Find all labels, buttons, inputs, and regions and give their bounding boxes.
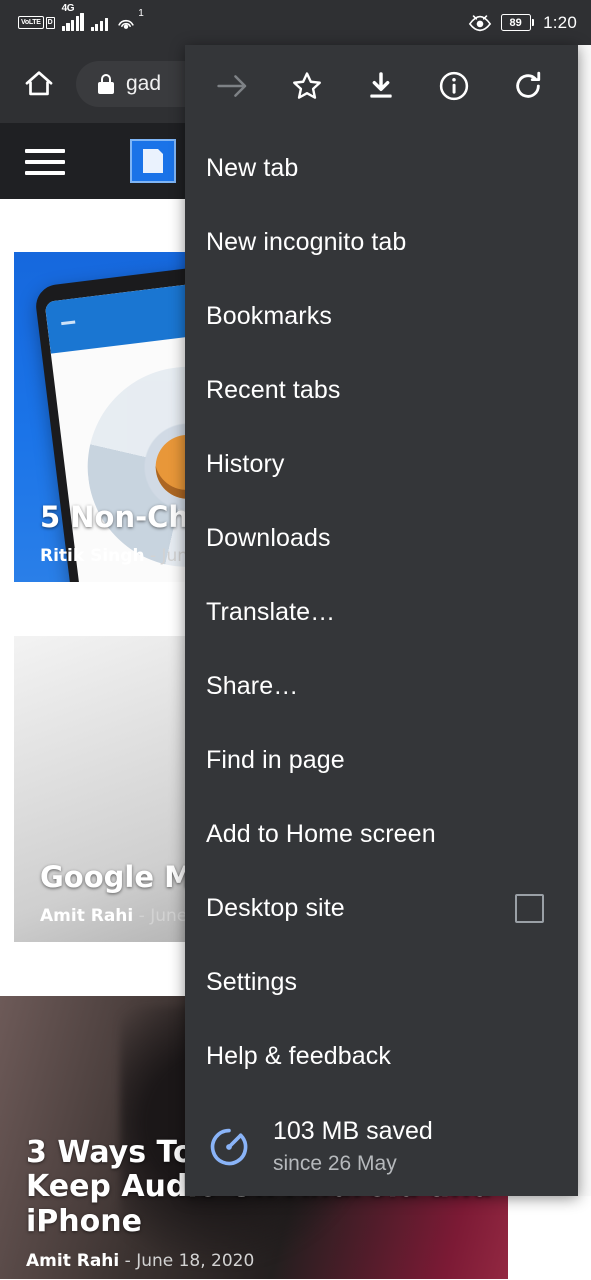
menu-item-bookmarks[interactable]: Bookmarks — [185, 279, 578, 353]
menu-item-label: New incognito tab — [206, 227, 407, 256]
star-bookmark-icon[interactable] — [285, 64, 329, 108]
menu-item-new-incognito-tab[interactable]: New incognito tab — [185, 205, 578, 279]
article-author: Amit Rahi — [26, 1251, 120, 1271]
status-bar-left-icons: VoLTE D 4G 1 — [18, 0, 144, 45]
status-bar-clock: 1:20 — [543, 12, 577, 32]
article-date: June — [150, 906, 188, 926]
battery-level: 89 — [500, 14, 531, 31]
url-text: gad — [126, 72, 162, 95]
home-icon[interactable] — [22, 67, 56, 101]
article-separator: - — [138, 906, 145, 926]
page-whitespace — [508, 1183, 591, 1279]
site-logo-icon[interactable] — [130, 139, 176, 183]
data-saved-amount: 103 MB saved — [273, 1117, 433, 1146]
menu-item-share[interactable]: Share… — [185, 649, 578, 723]
status-bar-right-icons: 89 1:20 — [468, 0, 577, 45]
desktop-site-checkbox[interactable] — [515, 893, 544, 923]
volte-label: VoLTE — [18, 16, 44, 29]
phone-screen: VoLTE D 4G 1 89 1:20 gad 5 Non-Chi… App … — [0, 0, 591, 1280]
battery-tip — [531, 19, 535, 26]
menu-item-label: Help & feedback — [206, 1041, 391, 1070]
article-date: June 18, 2020 — [136, 1251, 255, 1271]
menu-item-label: History — [206, 449, 285, 478]
menu-item-label: Find in page — [206, 745, 345, 774]
menu-item-label: Add to Home screen — [206, 819, 436, 848]
menu-item-label: Downloads — [206, 523, 331, 552]
article-separator: - — [149, 546, 157, 566]
status-bar: VoLTE D 4G 1 89 1:20 — [0, 0, 591, 45]
menu-item-desktop-site[interactable]: Desktop site — [185, 871, 578, 945]
menu-item-history[interactable]: History — [185, 427, 578, 501]
eye-comfort-icon — [468, 13, 492, 33]
article-author: Amit Rahi — [40, 906, 134, 926]
menu-item-label: Translate… — [206, 597, 336, 626]
lock-icon — [98, 74, 114, 94]
menu-item-downloads[interactable]: Downloads — [185, 501, 578, 575]
signal-bars-secondary-icon — [90, 14, 108, 31]
menu-item-settings[interactable]: Settings — [185, 945, 578, 1019]
menu-icon-row — [185, 45, 578, 127]
volte-icon: VoLTE D — [18, 16, 55, 29]
info-icon[interactable] — [432, 64, 476, 108]
reload-icon[interactable] — [506, 64, 550, 108]
sim-indicator: D — [45, 16, 55, 29]
menu-item-label: Settings — [206, 967, 298, 996]
data-saver-gauge-icon — [206, 1124, 252, 1170]
menu-item-find-in-page[interactable]: Find in page — [185, 723, 578, 797]
menu-item-label: Desktop site — [206, 893, 345, 922]
chrome-overflow-menu: New tab New incognito tab Bookmarks Rece… — [185, 45, 578, 1196]
menu-item-label: Recent tabs — [206, 375, 341, 404]
menu-right-edge-strip — [578, 45, 591, 1196]
menu-item-label: Bookmarks — [206, 301, 332, 330]
menu-item-new-tab[interactable]: New tab — [185, 131, 578, 205]
menu-item-help-and-feedback[interactable]: Help & feedback — [185, 1019, 578, 1093]
menu-item-label: Share… — [206, 671, 299, 700]
battery-icon: 89 — [500, 14, 535, 31]
menu-item-data-saver[interactable]: 103 MB saved since 26 May — [185, 1099, 578, 1195]
forward-arrow-icon[interactable] — [211, 64, 255, 108]
hotspot-icon: 1 — [115, 8, 144, 34]
article-byline: Amit Rahi - June 18, 2020 — [26, 1251, 571, 1271]
hotspot-badge: 1 — [138, 7, 144, 19]
data-saved-since: since 26 May — [273, 1151, 397, 1175]
menu-item-translate[interactable]: Translate… — [185, 575, 578, 649]
download-icon[interactable] — [359, 64, 403, 108]
article-separator: - — [124, 1251, 131, 1271]
menu-item-add-to-home-screen[interactable]: Add to Home screen — [185, 797, 578, 871]
signal-bars-icon: 4G — [61, 3, 84, 31]
data-saver-text: 103 MB saved since 26 May — [273, 1117, 433, 1177]
signal-strength-bars — [61, 13, 84, 31]
network-generation-label: 4G — [61, 3, 75, 14]
menu-item-label: New tab — [206, 153, 299, 182]
menu-items-list: New tab New incognito tab Bookmarks Rece… — [185, 127, 578, 1093]
menu-item-recent-tabs[interactable]: Recent tabs — [185, 353, 578, 427]
article-author: Ritik Singh — [40, 546, 145, 566]
hamburger-menu-icon[interactable] — [25, 149, 65, 175]
